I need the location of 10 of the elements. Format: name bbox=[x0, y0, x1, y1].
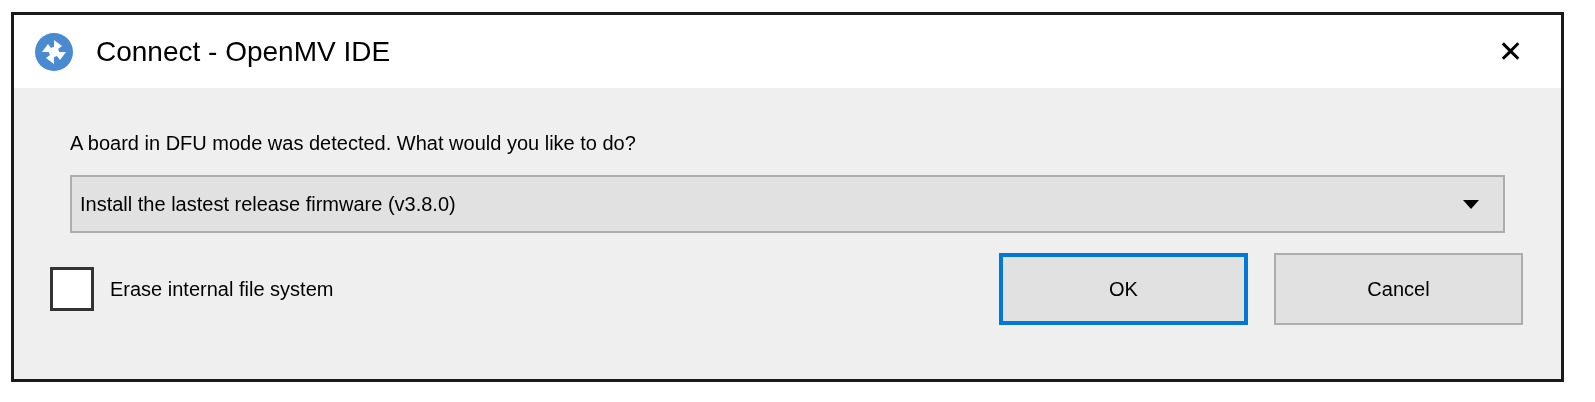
dialog-button[interactable]: OK bbox=[999, 253, 1248, 325]
dialog-button[interactable]: Cancel bbox=[1274, 253, 1523, 325]
aperture-logo-icon bbox=[34, 31, 74, 72]
checkbox-label: Erase internal file system bbox=[110, 277, 334, 302]
close-button[interactable]: ✕ bbox=[1498, 36, 1523, 67]
firmware-dropdown[interactable]: Install the lastest release firmware (v3.8.0) bbox=[70, 175, 1505, 233]
caret-icon bbox=[1463, 199, 1479, 209]
prompt-text: A board in DFU mode was detected. What would you like to do? bbox=[70, 131, 637, 156]
window-title: Connect - OpenMV IDE bbox=[96, 34, 391, 69]
checkbox[interactable] bbox=[50, 267, 94, 311]
